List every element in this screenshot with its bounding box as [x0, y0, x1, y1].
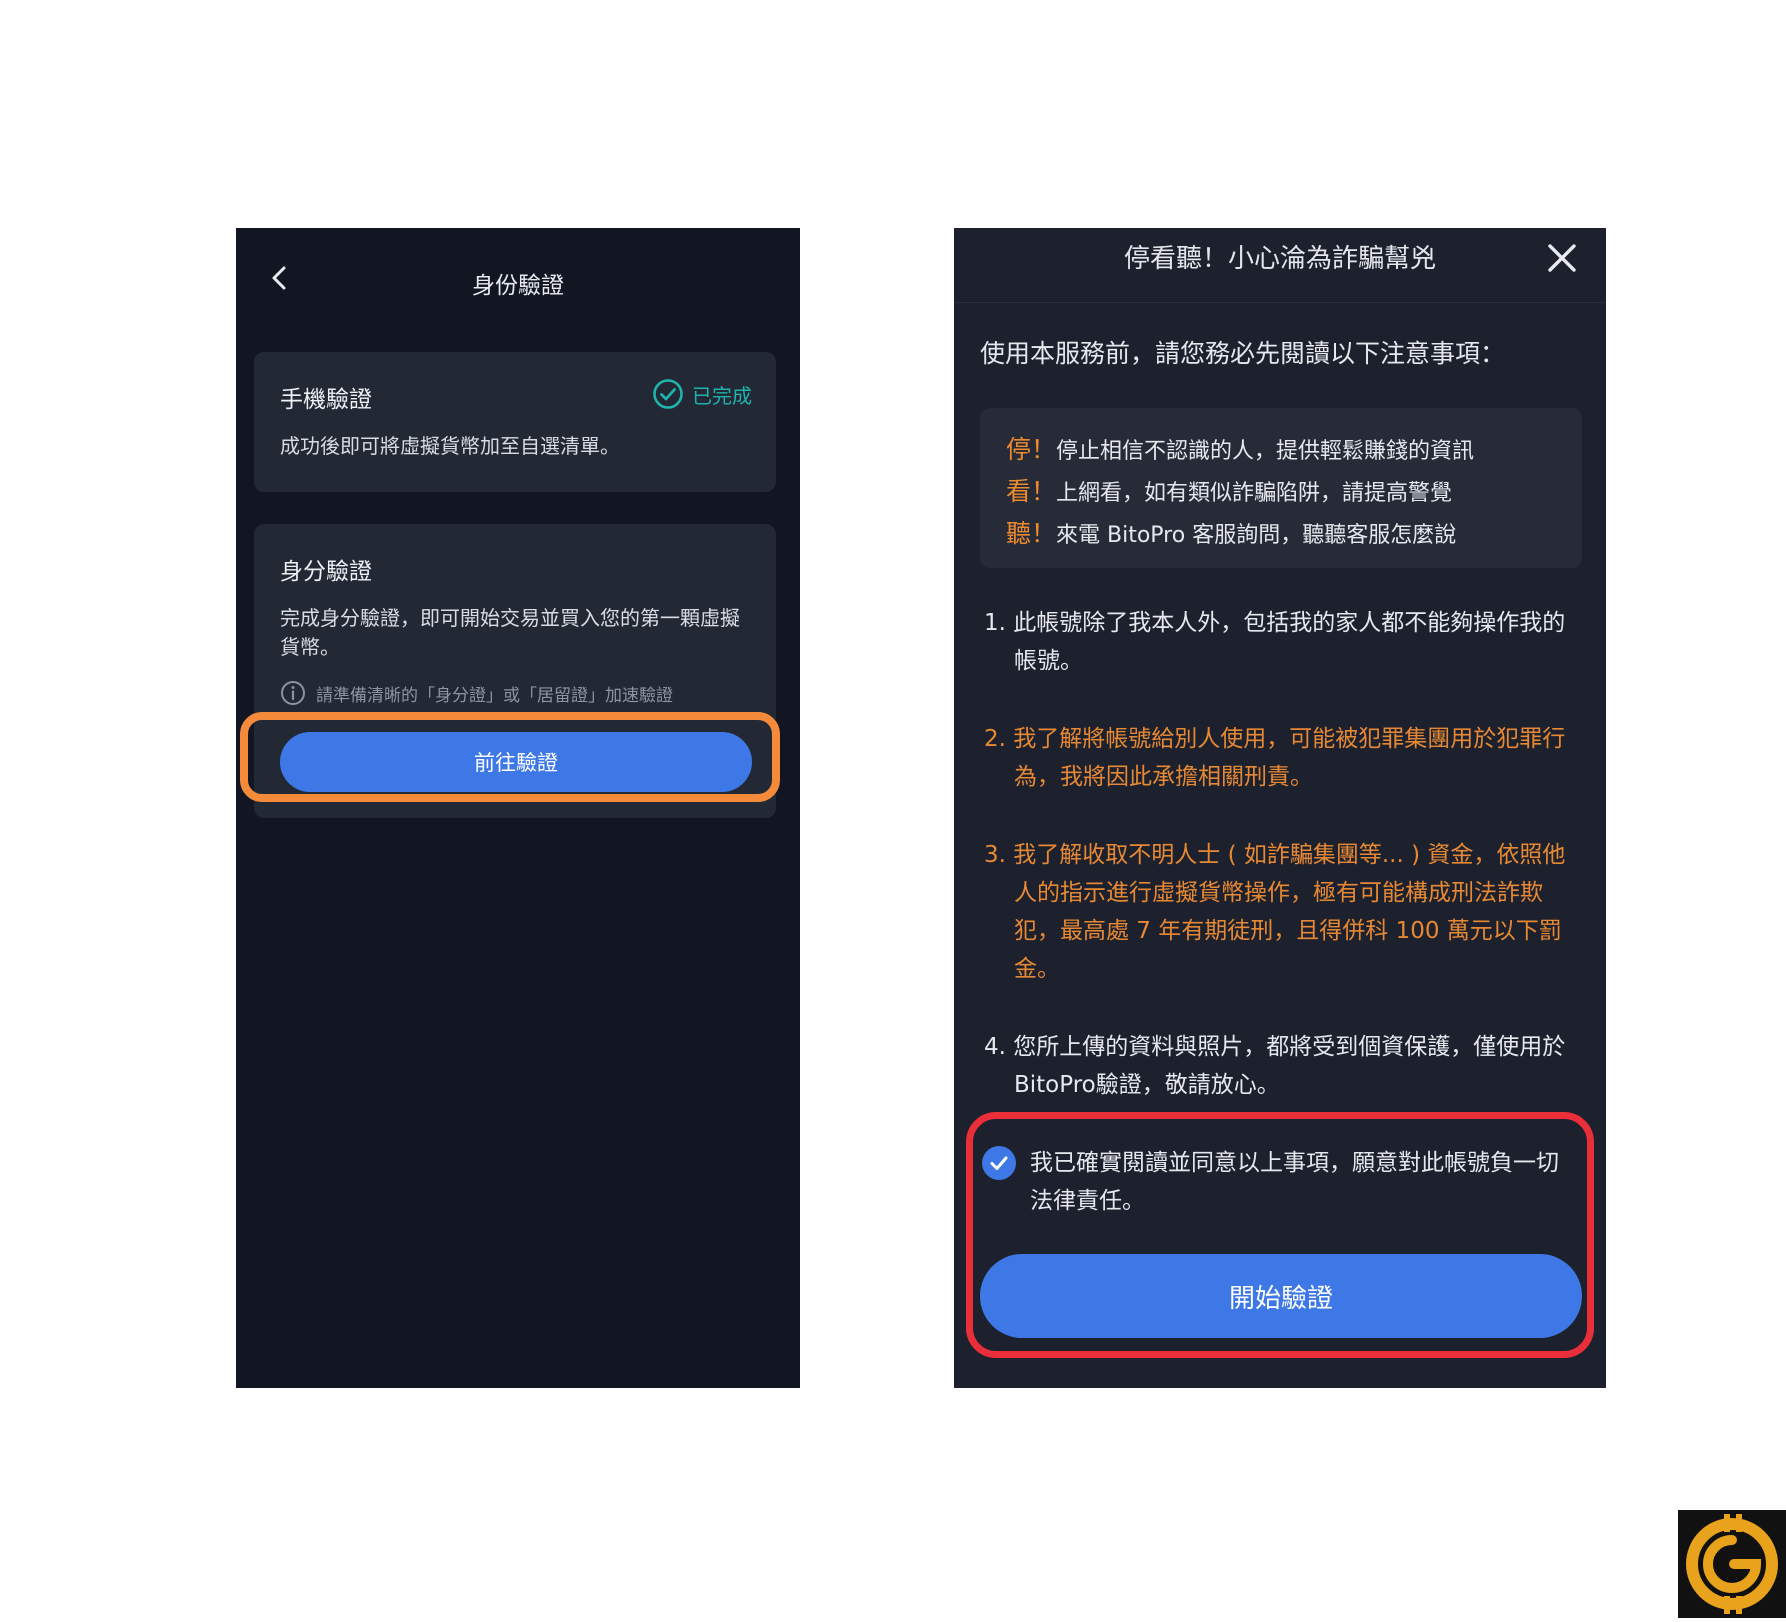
warning-key: 看！ — [1006, 477, 1057, 506]
status-label: 已完成 — [692, 383, 752, 408]
term-item-3: 3. 我了解收取不明人士 ( 如詐騙集團等... ) 資金，依照他人的指示進行虛… — [984, 842, 1566, 982]
close-button[interactable] — [1540, 236, 1584, 280]
check-circle-icon — [653, 379, 683, 409]
info-circle-icon — [281, 681, 305, 705]
warning-text: 來電 BitoPro 客服詢問，聽聽客服怎麼說 — [1056, 523, 1457, 548]
brand-logo-icon — [1678, 1510, 1786, 1618]
anti-fraud-notice-modal: 停看聽！小心淪為詐騙幫兇 使用本服務前，請您務必先閱讀以下注意事項： 停！停止相… — [954, 228, 1606, 1388]
id-verification-description: 完成身分驗證，即可開始交易並買入您的第一顆虛擬貨幣。 — [280, 606, 740, 659]
warning-look: 看！上網看，如有類似詐騙陷阱，請提高警覺 — [1006, 472, 1452, 508]
modal-title: 停看聽！小心淪為詐騙幫兇 — [1123, 244, 1436, 274]
highlight-frame-red — [966, 1112, 1594, 1358]
term-item-4: 4. 您所上傳的資料與照片，都將受到個資保護，僅使用於BitoPro驗證，敬請放… — [984, 1034, 1566, 1098]
id-verification-title: 身分驗證 — [280, 559, 372, 585]
modal-header: 停看聽！小心淪為詐騙幫兇 — [954, 228, 1606, 303]
highlight-frame-orange — [240, 712, 780, 802]
warning-stop: 停！停止相信不認識的人，提供輕鬆賺錢的資訊 — [1006, 430, 1474, 466]
notice-intro: 使用本服務前，請您務必先閱讀以下注意事項： — [980, 339, 1506, 368]
warning-key: 停！ — [1006, 435, 1057, 464]
close-icon — [1548, 244, 1576, 272]
warning-key: 聽！ — [1006, 519, 1057, 548]
brand-logo — [1678, 1510, 1786, 1618]
phone-verification-card: 手機驗證 已完成 成功後即可將虛擬貨幣加至自選清單。 — [254, 352, 776, 492]
status-badge: 已完成 — [652, 378, 752, 410]
term-item-1: 1. 此帳號除了我本人外，包括我的家人都不能夠操作我的帳號。 — [984, 610, 1566, 674]
id-verification-hint: 請準備清晰的「身分證」或「居留證」加速驗證 — [280, 680, 673, 706]
phone-verification-title: 手機驗證 — [280, 387, 372, 413]
identity-verification-screen: 身份驗證 手機驗證 已完成 成功後即可將虛擬貨幣加至自選清單。 身分驗證 完成身… — [236, 228, 800, 1388]
warning-text: 上網看，如有類似詐騙陷阱，請提高警覺 — [1056, 481, 1453, 506]
warning-box: 停！停止相信不認識的人，提供輕鬆賺錢的資訊 看！上網看，如有類似詐騙陷阱，請提高… — [980, 408, 1582, 568]
warning-text: 停止相信不認識的人，提供輕鬆賺錢的資訊 — [1056, 439, 1475, 464]
term-item-2: 2. 我了解將帳號給別人使用，可能被犯罪集團用於犯罪行為，我將因此承擔相關刑責。 — [984, 726, 1566, 790]
phone-verification-description: 成功後即可將虛擬貨幣加至自選清單。 — [280, 434, 620, 458]
warning-listen: 聽！來電 BitoPro 客服詢問，聽聽客服怎麼說 — [1006, 514, 1456, 550]
page-title: 身份驗證 — [472, 273, 564, 299]
hint-text: 請準備清晰的「身分證」或「居留證」加速驗證 — [316, 685, 673, 706]
